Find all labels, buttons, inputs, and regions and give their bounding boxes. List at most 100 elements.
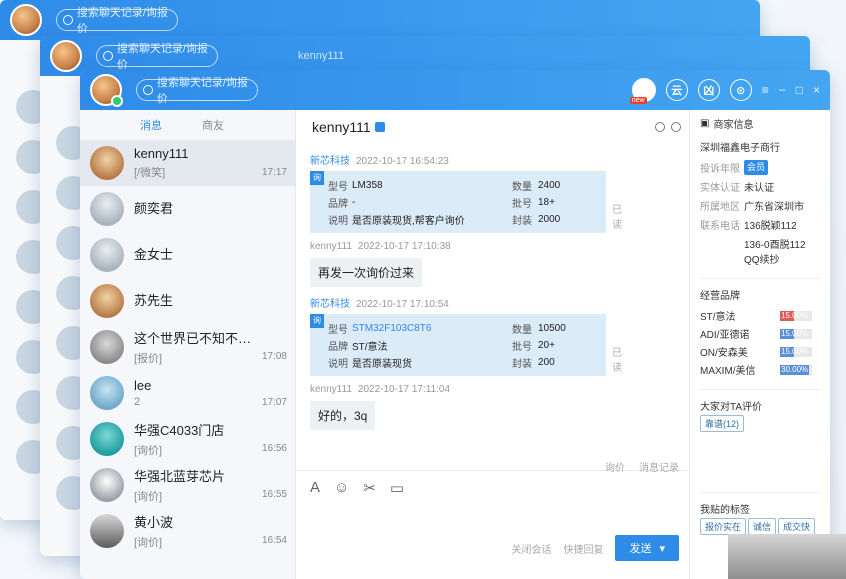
- field-label: 批号: [512, 199, 532, 210]
- background-window-header: 搜索聊天记录/询报价: [0, 0, 760, 40]
- contact-item[interactable]: 苏先生: [80, 278, 295, 324]
- cloud-icon[interactable]: 云: [665, 79, 688, 101]
- contact-avatar: [90, 514, 124, 548]
- trade-icon[interactable]: 凶: [697, 79, 720, 101]
- search-input[interactable]: 搜索聊天记录/询报价: [56, 7, 178, 35]
- contact-time: 16:54: [261, 535, 287, 546]
- inquiry-card[interactable]: 询 型号 LM358 数量 2400 品牌 - 批号 18+ 说明 是否原装现货…: [310, 171, 622, 233]
- profile-icon[interactable]: [655, 122, 665, 132]
- close-session-button[interactable]: 关闭会话: [511, 541, 551, 556]
- chat-header-icons: [655, 122, 681, 132]
- tag-list: 报价实在 诚信 成交快: [700, 516, 820, 535]
- rating-section: 大家对TA评价 靠谱(12): [700, 389, 820, 432]
- contact-time: 17:17: [261, 167, 287, 178]
- field-value: STM32F103C8T6: [352, 323, 432, 334]
- send-button[interactable]: 发送 ▾: [615, 535, 679, 561]
- verified-icon: [374, 122, 385, 132]
- tab-friends[interactable]: 商友: [202, 117, 224, 133]
- contact-time: 16:56: [261, 443, 287, 454]
- inquiry-link[interactable]: 询价: [605, 459, 625, 474]
- message-header: 新芯科技 2022-10-17 16:54:23: [310, 152, 675, 167]
- brand-row: ADI/亚德诺 15.00%: [700, 326, 820, 341]
- brand-share-value: 30.00%: [781, 364, 809, 374]
- menu-icon[interactable]: ≡: [762, 83, 769, 97]
- field-label: 封装: [512, 216, 532, 227]
- chat-header: kenny111: [296, 110, 689, 144]
- contact-avatar: [90, 330, 124, 364]
- quick-reply-button[interactable]: 快捷回复: [563, 541, 603, 556]
- contact-preview: [/微笑]: [134, 167, 166, 179]
- inquiry-card[interactable]: 询 型号 STM32F103C8T6 数量 10500 品牌 ST/意法 批号 …: [310, 314, 622, 376]
- inquiry-badge: 询: [310, 314, 324, 328]
- field-value: 2000: [538, 214, 561, 225]
- emoji-icon[interactable]: ☺: [334, 479, 349, 497]
- contact-tabs: 消息 商友: [80, 110, 295, 140]
- contact-name: 黄小波: [134, 515, 174, 530]
- brand-name: ON/安森美: [700, 348, 748, 359]
- info-value: 广东省深圳市: [744, 202, 804, 213]
- merchant-details: 投诉年限 会员 实体认证 未认证 所属地区 广东省深圳市 联系电话 136脱颖112 136-0…: [700, 160, 820, 266]
- compose-footer: 关闭会话 快捷回复 发送 ▾: [511, 535, 679, 561]
- merchant-info-panel: ▣ 商家信息 深圳福鑫电子商行 投诉年限 会员 实体认证 未认证 所属地区 广东省深圳市 联系…: [690, 110, 830, 579]
- maximize-icon[interactable]: □: [796, 83, 803, 97]
- field-value: 是否原装现货,帮客户询价: [352, 216, 465, 227]
- contact-item[interactable]: 金女士: [80, 232, 295, 278]
- search-input[interactable]: 搜索聊天记录/询报价: [96, 43, 218, 71]
- ghost-chat-title: kenny111: [298, 50, 345, 62]
- info-row: 所属地区 广东省深圳市: [700, 198, 820, 213]
- field-value: 2400: [538, 180, 561, 191]
- settings-icon[interactable]: [671, 122, 681, 132]
- contact-item[interactable]: 华强北蓝芽芯片 [询价] 16:55: [80, 462, 295, 508]
- contact-item[interactable]: 黄小波 [询价] 16:54: [80, 508, 295, 554]
- message-header: kenny111 2022-10-17 17:11:04: [310, 384, 675, 395]
- contact-meta: kenny111 [/微笑]: [134, 146, 258, 180]
- field-label: 型号: [328, 325, 348, 336]
- brand-row: ON/安森美 15.00%: [700, 344, 820, 359]
- contact-item[interactable]: lee 2 17:07: [80, 370, 295, 416]
- message-time: 2022-10-17 17:11:04: [357, 384, 451, 395]
- contact-meta: lee 2: [134, 378, 258, 408]
- message-bubble: 好的，3q: [310, 401, 376, 430]
- contact-time: 16:55: [261, 489, 287, 500]
- contact-item[interactable]: 颜奕君: [80, 186, 295, 232]
- search-input[interactable]: 搜索聊天记录/询报价: [136, 77, 258, 105]
- contact-avatar: [90, 468, 124, 502]
- tag-button[interactable]: 诚信: [748, 518, 777, 535]
- info-value: 会员: [744, 160, 769, 175]
- inquiry-row: 品牌 ST/意法 批号 20+: [328, 337, 596, 354]
- user-avatar: [10, 4, 42, 36]
- font-icon[interactable]: A: [310, 479, 320, 497]
- contact-item[interactable]: kenny111 [/微笑] 17:17: [80, 140, 295, 186]
- close-icon[interactable]: ×: [813, 83, 820, 97]
- field-value: ST/意法: [352, 342, 388, 353]
- chat-panel: kenny111 新芯科技 2022-10-17 16:54:23 询 型号 LM3…: [296, 110, 690, 579]
- minimize-icon[interactable]: −: [779, 83, 786, 97]
- header-toolbar: new 云 凶 ⊙ ≡ − □ ×: [629, 78, 830, 104]
- new-feature-icon[interactable]: new: [629, 78, 656, 104]
- read-status: 已读: [612, 205, 622, 231]
- desktop: 搜索聊天记录/询报价 搜索聊天记录/询报价 kenny111 搜索聊天记录/询报…: [0, 0, 846, 579]
- message-sender: 新芯科技: [310, 156, 350, 167]
- user-avatar[interactable]: [90, 74, 123, 107]
- tab-messages[interactable]: 消息: [140, 117, 162, 133]
- history-link[interactable]: 消息记录: [639, 459, 679, 474]
- contact-name: 金女士: [134, 247, 174, 262]
- rating-button[interactable]: 靠谱(12): [700, 415, 745, 432]
- chevron-down-icon[interactable]: ▾: [659, 542, 665, 555]
- folder-icon[interactable]: ▭: [390, 479, 404, 497]
- service-icon[interactable]: ⊙: [729, 79, 752, 101]
- contact-preview: [询价]: [134, 537, 163, 549]
- field-label: 品牌: [328, 342, 348, 353]
- contact-list: kenny111 [/微笑] 17:17 颜奕君 金女士 苏先生 这个世界已不知…: [80, 140, 295, 554]
- info-label: 实体认证: [700, 183, 740, 194]
- contact-meta: 华强C4033门店 [询价]: [134, 420, 258, 458]
- field-label: 数量: [512, 182, 532, 193]
- contact-item[interactable]: 华强C4033门店 [询价] 16:56: [80, 416, 295, 462]
- info-row: 136-0酉脱112 QQ续抄: [700, 236, 820, 266]
- contact-item[interactable]: 这个世界已不知不觉的... [报价] 17:08: [80, 324, 295, 370]
- tag-button[interactable]: 成交快: [778, 518, 816, 535]
- screenshot-icon[interactable]: ✂: [363, 479, 376, 497]
- brand-share-bar: 15.00%: [780, 310, 812, 321]
- contact-name: 颜奕君: [134, 201, 174, 216]
- tag-button[interactable]: 报价实在: [700, 518, 747, 535]
